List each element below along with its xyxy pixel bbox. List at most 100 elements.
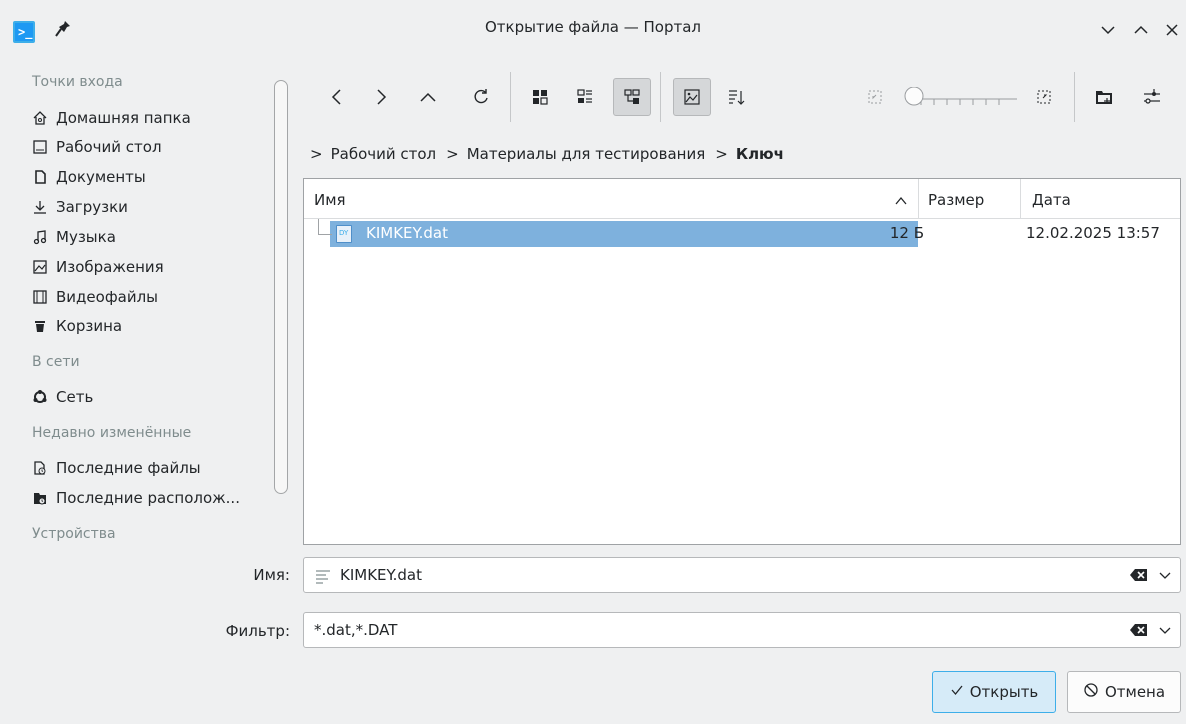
- open-button-label: Открыть: [969, 683, 1039, 701]
- images-icon: [32, 259, 48, 275]
- icon-size-slider[interactable]: [901, 86, 1021, 107]
- file-name-combobox[interactable]: KIMKEY.dat: [303, 557, 1181, 593]
- toolbar-separator: [660, 72, 661, 122]
- chevron-down-icon[interactable]: [1158, 569, 1172, 583]
- network-icon: [32, 389, 48, 405]
- sidebar-item-videos[interactable]: Видеофайлы: [32, 284, 270, 310]
- breadcrumb-item-current[interactable]: Ключ: [736, 145, 784, 163]
- chevron-left-icon: [327, 87, 347, 107]
- zoom-in-button[interactable]: [1025, 78, 1063, 116]
- clear-text-icon[interactable]: [1130, 568, 1148, 582]
- sidebar-item-desktop[interactable]: Рабочий стол: [32, 134, 270, 160]
- chevron-right-icon: >: [310, 145, 323, 163]
- sidebar-item-label: Сеть: [56, 388, 94, 406]
- preview-toggle-button[interactable]: [673, 78, 711, 116]
- reload-button[interactable]: [462, 78, 500, 116]
- back-button[interactable]: [318, 78, 356, 116]
- sidebar-item-label: Рабочий стол: [56, 138, 162, 156]
- chevron-right-icon: [371, 87, 391, 107]
- file-name-value: KIMKEY.dat: [340, 566, 423, 584]
- forward-button[interactable]: [362, 78, 400, 116]
- sidebar-heading-recent: Недавно изменённые: [32, 425, 192, 441]
- sidebar-item-recent-files[interactable]: Последние файлы: [32, 455, 270, 481]
- documents-icon: [32, 169, 48, 185]
- window-title: Открытие файла — Портал: [484, 18, 702, 36]
- sidebar-item-label: Музыка: [56, 228, 116, 246]
- recent-locations-icon: [32, 490, 48, 506]
- column-header-name[interactable]: Имя: [314, 191, 346, 209]
- minimize-button[interactable]: [1098, 20, 1118, 40]
- sort-icon: [726, 87, 746, 107]
- zoom-out-icon: [865, 87, 885, 107]
- chevron-down-icon[interactable]: [1158, 624, 1172, 638]
- checkmark-icon: [950, 683, 964, 701]
- breadcrumb-item-test-materials[interactable]: Материалы для тестирования: [467, 145, 706, 163]
- dat-file-icon: DY: [336, 225, 352, 243]
- breadcrumb-item-desktop[interactable]: Рабочий стол: [331, 145, 437, 163]
- sidebar-item-label: Видеофайлы: [56, 288, 159, 306]
- filter-combobox[interactable]: *.dat,*.DAT: [303, 612, 1181, 648]
- tree-view-button[interactable]: [613, 78, 651, 116]
- compact-view-button[interactable]: [566, 78, 604, 116]
- reload-icon: [471, 87, 491, 107]
- new-folder-button[interactable]: [1085, 78, 1123, 116]
- sort-ascending-icon: [894, 193, 908, 211]
- recent-files-icon: [32, 460, 48, 476]
- name-label: Имя:: [253, 566, 290, 584]
- column-divider[interactable]: [918, 179, 919, 218]
- sidebar-item-music[interactable]: Музыка: [32, 224, 270, 250]
- sidebar-item-home[interactable]: Домашняя папка: [32, 105, 270, 131]
- clear-text-icon[interactable]: [1130, 623, 1148, 637]
- close-button[interactable]: [1162, 20, 1182, 40]
- filter-value: *.dat,*.DAT: [314, 621, 398, 639]
- chevron-right-icon: >: [715, 145, 728, 163]
- sidebar-item-label: Корзина: [56, 317, 123, 335]
- table-row[interactable]: DY KIMKEY.dat 12 Б 12.02.2025 13:57: [304, 219, 1180, 247]
- zoom-out-button[interactable]: [856, 78, 894, 116]
- cancel-icon: [1083, 682, 1099, 702]
- filter-label: Фильтр:: [225, 622, 290, 640]
- cancel-button[interactable]: Отмена: [1067, 671, 1181, 713]
- sidebar-item-images[interactable]: Изображения: [32, 254, 270, 280]
- maximize-button[interactable]: [1131, 20, 1151, 40]
- options-icon: [1142, 87, 1162, 107]
- sidebar-scrollbar[interactable]: [274, 80, 288, 494]
- options-button[interactable]: [1133, 78, 1171, 116]
- tree-branch-line: [318, 219, 332, 235]
- view-icons-icon: [530, 87, 550, 107]
- icons-view-button[interactable]: [521, 78, 559, 116]
- desktop-icon: [32, 139, 48, 155]
- downloads-icon: [32, 199, 48, 215]
- places-sidebar: Точки входа Домашняя папка Рабочий стол …: [0, 58, 272, 546]
- sidebar-item-label: Загрузки: [56, 198, 128, 216]
- open-button[interactable]: Открыть: [932, 671, 1056, 713]
- toolbar-separator: [1074, 72, 1075, 122]
- column-divider[interactable]: [1020, 179, 1021, 218]
- file-name-cell: KIMKEY.dat: [366, 224, 449, 242]
- zoom-in-icon: [1034, 87, 1054, 107]
- sidebar-item-label: Последние файлы: [56, 459, 201, 477]
- home-icon: [32, 110, 48, 126]
- up-button[interactable]: [409, 78, 447, 116]
- column-header-size[interactable]: Размер: [928, 191, 984, 209]
- sidebar-item-network[interactable]: Сеть: [32, 384, 270, 410]
- sidebar-item-recent-locations[interactable]: Последние располож...: [32, 485, 270, 511]
- chevron-right-icon: >: [446, 145, 459, 163]
- sidebar-item-label: Изображения: [56, 258, 164, 276]
- file-list-view[interactable]: Имя Размер Дата DY KIMKEY.dat 12 Б 12.02…: [303, 178, 1181, 545]
- sort-button[interactable]: [717, 78, 755, 116]
- trash-icon: [32, 318, 48, 334]
- column-header-date[interactable]: Дата: [1032, 191, 1071, 209]
- sidebar-heading-places: Точки входа: [32, 74, 123, 90]
- sidebar-item-downloads[interactable]: Загрузки: [32, 194, 270, 220]
- toolbar-separator: [510, 72, 511, 122]
- sidebar-item-trash[interactable]: Корзина: [32, 313, 270, 339]
- file-date-cell: 12.02.2025 13:57: [1026, 224, 1160, 242]
- file-list-header: Имя Размер Дата: [304, 179, 1180, 219]
- view-tree-icon: [622, 87, 642, 107]
- sidebar-item-documents[interactable]: Документы: [32, 164, 270, 190]
- breadcrumb: > Рабочий стол > Материалы для тестирова…: [310, 142, 794, 166]
- new-folder-icon: [1094, 87, 1114, 107]
- chevron-up-icon: [418, 87, 438, 107]
- view-compact-icon: [575, 87, 595, 107]
